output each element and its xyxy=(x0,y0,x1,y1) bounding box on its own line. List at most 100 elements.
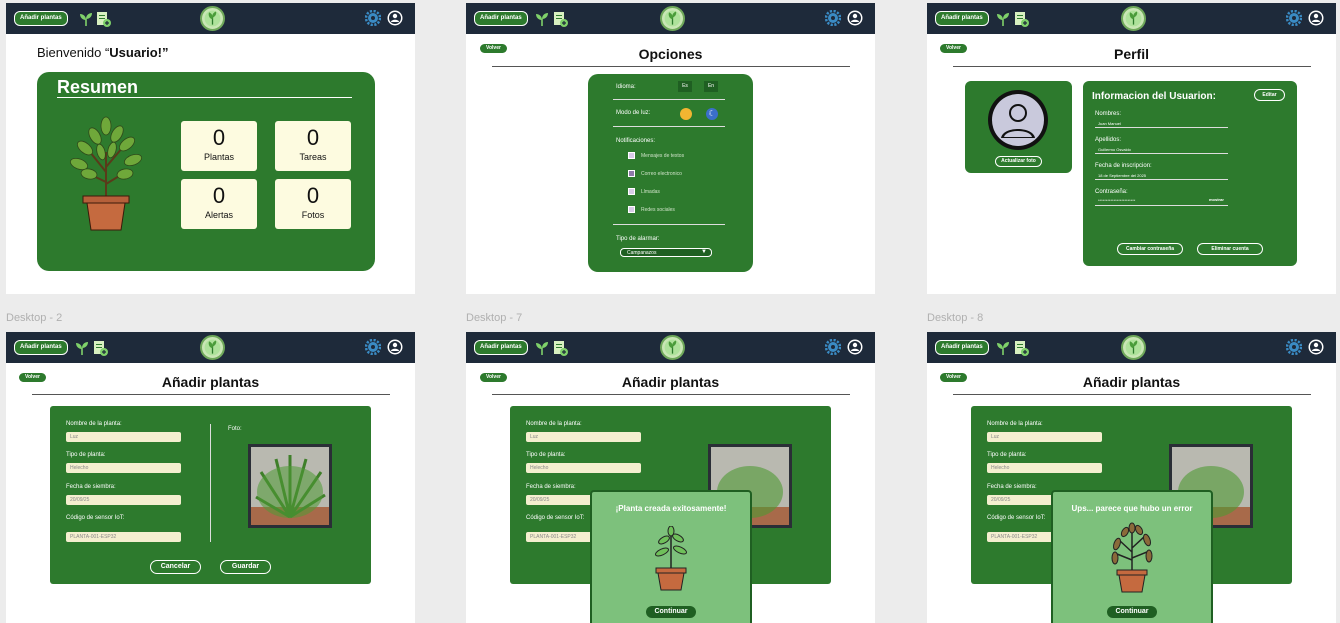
error-message: Ups... parece que hubo un error xyxy=(1071,504,1193,513)
plant-type-input[interactable]: Helecho xyxy=(526,463,641,473)
plant-photo[interactable] xyxy=(248,444,332,528)
stat-card-alerts[interactable]: 0 Alertas xyxy=(181,179,257,229)
signup-date-label: Fecha de inscripcion: xyxy=(1095,163,1152,169)
document-add-icon[interactable] xyxy=(552,340,568,356)
sow-date-input[interactable]: 20/09/25 xyxy=(66,495,181,505)
plant-type-label: Tipo de planta: xyxy=(987,452,1027,458)
plant-name-input[interactable]: Luz xyxy=(987,432,1102,442)
surname-value: Guillermo Osvaldo xyxy=(1098,147,1131,152)
plant-type-input[interactable]: Helecho xyxy=(987,463,1102,473)
plant-name-label: Nombre de la planta: xyxy=(526,421,582,427)
alarm-type-select[interactable]: Campanazos ▼ xyxy=(620,248,712,257)
welcome-user: Usuario! xyxy=(109,45,163,60)
plant-name-input[interactable]: Luz xyxy=(66,432,181,442)
lang-en-button[interactable]: En xyxy=(704,81,718,92)
plant-type-input[interactable]: Helecho xyxy=(66,463,181,473)
add-plants-nav-button[interactable]: Añadir plantas xyxy=(935,340,989,355)
lang-es-button[interactable]: Es xyxy=(678,81,692,92)
user-icon[interactable] xyxy=(1308,339,1324,355)
add-plants-nav-button[interactable]: Añadir plantas xyxy=(14,340,68,355)
notification-option-label: Mensajes de textos xyxy=(641,153,685,159)
nav-bar: Añadir plantas xyxy=(927,3,1336,34)
stat-card-tasks[interactable]: 0 Tareas xyxy=(275,121,351,171)
document-add-icon[interactable] xyxy=(92,340,108,356)
add-plants-nav-button[interactable]: Añadir plantas xyxy=(935,11,989,26)
sensor-code-input[interactable]: PLANTA-001-ESP32 xyxy=(66,532,181,542)
save-button[interactable]: Guardar xyxy=(220,560,271,574)
cancel-button[interactable]: Cancelar xyxy=(150,560,201,574)
user-icon[interactable] xyxy=(387,10,403,26)
add-plants-nav-button[interactable]: Añadir plantas xyxy=(474,340,528,355)
title-divider xyxy=(492,394,850,395)
app-logo[interactable] xyxy=(1121,335,1146,360)
sensor-code-label: Código de sensor IoT: xyxy=(66,515,125,521)
sprout-icon[interactable] xyxy=(534,11,550,27)
stat-label: Plantas xyxy=(203,152,235,162)
gear-icon[interactable] xyxy=(365,10,381,26)
change-password-button[interactable]: Cambiar contraseña xyxy=(1117,243,1183,255)
plant-name-input[interactable]: Luz xyxy=(526,432,641,442)
app-logo[interactable] xyxy=(660,335,685,360)
moon-icon[interactable]: ☾ xyxy=(706,108,718,120)
edit-button[interactable]: Editar xyxy=(1254,89,1285,101)
stat-card-photos[interactable]: 0 Fotos xyxy=(275,179,351,229)
sprout-icon[interactable] xyxy=(78,11,94,27)
frame-profile: Añadir plantas Volver Perfil Actualizar … xyxy=(927,3,1336,294)
sprout-icon[interactable] xyxy=(74,340,90,356)
app-logo[interactable] xyxy=(200,6,225,31)
checkbox-social[interactable] xyxy=(628,206,635,213)
title-divider xyxy=(953,394,1311,395)
user-icon[interactable] xyxy=(1308,10,1324,26)
avatar-icon xyxy=(988,90,1048,150)
sprout-icon[interactable] xyxy=(995,340,1011,356)
alarm-type-value: Campanazos xyxy=(627,250,657,256)
page-title: Añadir plantas xyxy=(161,374,260,390)
sprout-icon[interactable] xyxy=(534,340,550,356)
sprout-icon[interactable] xyxy=(995,11,1011,27)
document-add-icon[interactable] xyxy=(1013,11,1029,27)
healthy-plant-icon xyxy=(655,526,687,591)
gear-icon[interactable] xyxy=(825,10,841,26)
plant-type-label: Tipo de planta: xyxy=(66,452,106,458)
gear-icon[interactable] xyxy=(1286,339,1302,355)
checkbox-text-messages[interactable] xyxy=(628,152,635,159)
avatar-panel: Actualizar foto xyxy=(965,81,1072,173)
app-logo[interactable] xyxy=(200,335,225,360)
add-plant-form: Nombre de la planta: Luz Tipo de planta:… xyxy=(971,406,1292,623)
title-divider xyxy=(953,66,1311,67)
show-password-link[interactable]: mostrar xyxy=(1209,197,1224,202)
frame-home: Añadir plantas Bienvenido “Usuario!” Res… xyxy=(6,3,415,294)
document-add-icon[interactable] xyxy=(95,11,111,27)
continue-button[interactable]: Continuar xyxy=(1107,606,1157,618)
user-icon[interactable] xyxy=(847,339,863,355)
gear-icon[interactable] xyxy=(365,339,381,355)
gear-icon[interactable] xyxy=(825,339,841,355)
gear-icon[interactable] xyxy=(1286,10,1302,26)
continue-button[interactable]: Continuar xyxy=(646,606,696,618)
divider xyxy=(613,99,725,100)
add-plants-nav-button[interactable]: Añadir plantas xyxy=(474,11,528,26)
add-plant-form: Nombre de la planta: Luz Tipo de planta:… xyxy=(50,406,371,584)
user-icon[interactable] xyxy=(847,10,863,26)
signup-date-value: 18 de Septiembre del 2025 xyxy=(1098,173,1147,178)
user-icon[interactable] xyxy=(387,339,403,355)
password-label: Contraseña: xyxy=(1095,189,1128,195)
document-add-icon[interactable] xyxy=(1013,340,1029,356)
update-photo-button[interactable]: Actualizar foto xyxy=(995,156,1042,167)
sow-date-label: Fecha de siembra: xyxy=(526,484,576,490)
frame-add-plant: Añadir plantas Volver Añadir plantas Nom… xyxy=(6,332,415,623)
app-logo[interactable] xyxy=(1121,6,1146,31)
app-logo[interactable] xyxy=(660,6,685,31)
delete-account-button[interactable]: Eliminar cuenta xyxy=(1197,243,1263,255)
name-value: Juan Manuel xyxy=(1098,121,1121,126)
stat-card-plants[interactable]: 0 Plantas xyxy=(181,121,257,171)
title-divider xyxy=(492,66,850,67)
checkbox-email[interactable] xyxy=(628,170,635,177)
document-add-icon[interactable] xyxy=(552,11,568,27)
add-plants-nav-button[interactable]: Añadir plantas xyxy=(14,11,68,26)
frame-options: Añadir plantas Volver Opciones Idioma: E… xyxy=(466,3,875,294)
checkbox-calls[interactable] xyxy=(628,188,635,195)
sow-date-label: Fecha de siembra: xyxy=(987,484,1037,490)
add-plant-form: Nombre de la planta: Luz Tipo de planta:… xyxy=(510,406,831,623)
sun-icon[interactable] xyxy=(680,108,692,120)
